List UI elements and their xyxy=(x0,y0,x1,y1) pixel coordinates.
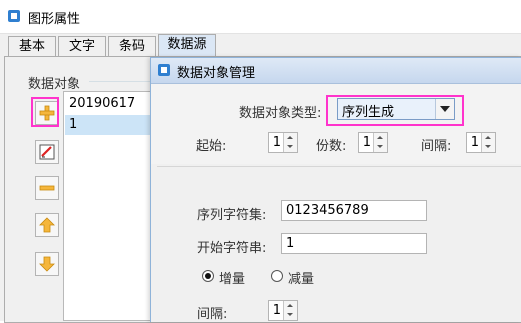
dialog-app-icon xyxy=(158,64,170,76)
move-up-button[interactable] xyxy=(35,213,59,237)
spinner-arrows-icon[interactable] xyxy=(283,133,297,152)
spinner-arrows-icon[interactable] xyxy=(373,133,387,152)
copies-spinner[interactable]: 1 xyxy=(358,132,388,153)
tab-datasource[interactable]: 数据源 xyxy=(158,34,216,57)
step-label: 间隔: xyxy=(197,307,228,322)
delete-icon xyxy=(39,185,55,191)
list-item[interactable]: 20190617 xyxy=(65,94,163,114)
copies-value: 1 xyxy=(362,135,371,150)
start-string-label: 开始字符串: xyxy=(197,241,267,256)
tab-text[interactable]: 文字 xyxy=(58,36,106,57)
delete-button[interactable] xyxy=(35,176,59,200)
spinner-arrows-icon[interactable] xyxy=(481,133,495,152)
step-spinner[interactable]: 1 xyxy=(268,300,298,321)
data-object-group-label: 数据对象 xyxy=(28,77,81,92)
charset-input[interactable]: 0123456789 xyxy=(281,200,427,221)
interval-label: 间隔: xyxy=(421,139,452,154)
tab-barcode[interactable]: 条码 xyxy=(108,36,156,57)
start-string-input[interactable]: 1 xyxy=(281,233,427,254)
start-label: 起始: xyxy=(196,139,227,154)
tab-basic[interactable]: 基本 xyxy=(8,36,56,57)
increase-label: 增量 xyxy=(219,272,246,287)
data-object-list[interactable]: 20190617 1 xyxy=(63,91,163,321)
edit-button[interactable] xyxy=(35,140,59,164)
interval-spinner[interactable]: 1 xyxy=(466,132,496,153)
window-title: 图形属性 xyxy=(28,12,81,27)
group-divider xyxy=(89,81,154,82)
start-string-value: 1 xyxy=(286,236,295,251)
type-select-highlight xyxy=(326,95,464,126)
charset-value: 0123456789 xyxy=(286,203,369,218)
start-value: 1 xyxy=(272,135,281,150)
interval-value: 1 xyxy=(470,135,479,150)
start-spinner[interactable]: 1 xyxy=(268,132,298,153)
decrease-label: 减量 xyxy=(288,272,315,287)
dialog-divider xyxy=(157,166,521,167)
dialog-titlebar: 数据对象管理 xyxy=(151,58,521,84)
app-icon xyxy=(8,10,20,22)
edit-icon xyxy=(39,144,55,160)
copies-label: 份数: xyxy=(316,139,347,154)
increase-radio[interactable] xyxy=(202,270,214,282)
step-value: 1 xyxy=(272,303,281,318)
charset-label: 序列字符集: xyxy=(197,208,267,223)
move-down-icon xyxy=(39,256,55,272)
spinner-arrows-icon[interactable] xyxy=(283,301,297,320)
dialog-title: 数据对象管理 xyxy=(177,66,256,81)
type-label: 数据对象类型: xyxy=(239,106,322,121)
list-item-selected[interactable]: 1 xyxy=(65,115,163,135)
move-down-button[interactable] xyxy=(35,252,59,276)
decrease-radio[interactable] xyxy=(271,270,283,282)
add-button-highlight xyxy=(31,97,59,127)
window-titlebar: 图形属性 xyxy=(0,0,521,34)
move-up-icon xyxy=(39,217,55,233)
